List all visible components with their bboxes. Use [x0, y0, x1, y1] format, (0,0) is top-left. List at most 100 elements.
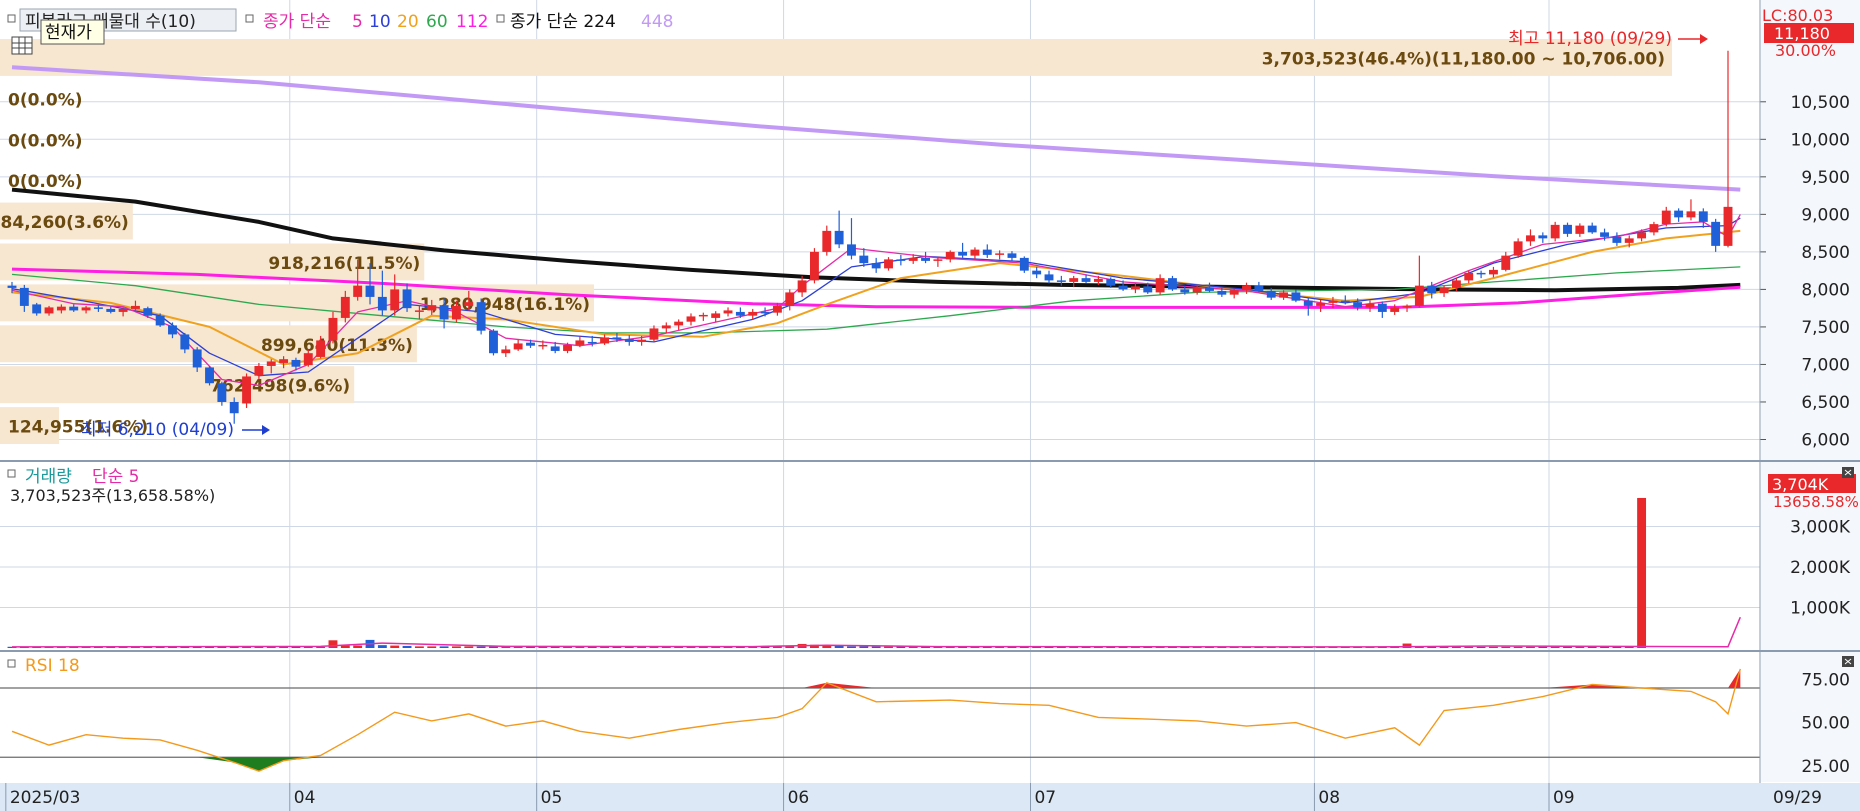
candle-body[interactable]: [1056, 280, 1066, 282]
candle-body[interactable]: [735, 311, 745, 316]
candle-body[interactable]: [451, 305, 461, 320]
candle-body[interactable]: [1402, 305, 1412, 308]
candle-body[interactable]: [1414, 285, 1424, 306]
volume-bar[interactable]: [390, 645, 400, 648]
candle-body[interactable]: [1316, 302, 1326, 306]
volume-bar[interactable]: [871, 646, 881, 648]
candle-body[interactable]: [1093, 278, 1103, 282]
candle-body[interactable]: [1340, 300, 1350, 303]
volume-bar[interactable]: [1488, 646, 1498, 648]
candle-body[interactable]: [1587, 225, 1597, 233]
candle-body[interactable]: [563, 344, 572, 351]
candle-body[interactable]: [303, 353, 313, 366]
candle-body[interactable]: [1723, 206, 1733, 246]
candle-body[interactable]: [1427, 285, 1437, 294]
volume-bar[interactable]: [834, 645, 844, 648]
candle-body[interactable]: [1217, 290, 1227, 295]
candle-body[interactable]: [1649, 224, 1659, 233]
candle-body[interactable]: [1550, 224, 1560, 239]
candle-body[interactable]: [1130, 286, 1140, 290]
candle-body[interactable]: [711, 313, 721, 318]
candle-body[interactable]: [1180, 289, 1190, 293]
volume-bar[interactable]: [1464, 646, 1474, 648]
volume-bar[interactable]: [1501, 646, 1511, 648]
candle-body[interactable]: [81, 307, 91, 311]
candle-body[interactable]: [723, 310, 733, 314]
volume-bar[interactable]: [427, 646, 437, 648]
candle-body[interactable]: [1242, 285, 1251, 291]
candle-body[interactable]: [56, 306, 66, 311]
candle-body[interactable]: [1476, 272, 1486, 275]
candle-body[interactable]: [1106, 278, 1116, 286]
candle-body[interactable]: [908, 257, 918, 261]
candle-body[interactable]: [1575, 225, 1585, 234]
volume-bar[interactable]: [1513, 646, 1523, 648]
candle-body[interactable]: [1118, 285, 1128, 290]
candle-body[interactable]: [575, 340, 585, 345]
candle-body[interactable]: [414, 310, 424, 312]
ma-period-10[interactable]: 10: [369, 12, 391, 32]
candle-body[interactable]: [698, 314, 708, 317]
ma-period-60[interactable]: 60: [426, 12, 448, 32]
candle-body[interactable]: [637, 339, 647, 342]
candle-body[interactable]: [143, 308, 153, 316]
volume-bar[interactable]: [1550, 646, 1560, 648]
candle-body[interactable]: [229, 401, 239, 414]
candle-body[interactable]: [1390, 307, 1400, 312]
ma-title[interactable]: 종가 단순: [263, 12, 331, 32]
candle-body[interactable]: [1155, 278, 1165, 293]
volume-ma-label[interactable]: 단순 5: [92, 467, 140, 487]
candle-body[interactable]: [1600, 232, 1609, 237]
candle-body[interactable]: [1674, 210, 1684, 218]
candle-body[interactable]: [772, 305, 782, 313]
volume-bar[interactable]: [414, 646, 424, 648]
candle-body[interactable]: [686, 316, 696, 322]
candle-body[interactable]: [1365, 303, 1375, 308]
candle-body[interactable]: [1353, 302, 1363, 308]
candle-body[interactable]: [1291, 292, 1301, 301]
candle-body[interactable]: [242, 376, 252, 404]
candle-body[interactable]: [1526, 235, 1535, 242]
candle-body[interactable]: [884, 259, 893, 269]
candle-body[interactable]: [390, 289, 400, 311]
candle-body[interactable]: [353, 285, 363, 297]
candle-body[interactable]: [797, 280, 807, 293]
rsi-panel-title[interactable]: RSI 18: [25, 656, 80, 676]
candle-body[interactable]: [550, 346, 560, 351]
candle-body[interactable]: [1229, 290, 1239, 295]
candle-body[interactable]: [1019, 257, 1029, 271]
candle-body[interactable]: [587, 341, 597, 344]
candle-body[interactable]: [1661, 210, 1671, 225]
candle-body[interactable]: [1377, 303, 1387, 312]
candle-body[interactable]: [106, 308, 116, 312]
candle-body[interactable]: [131, 305, 140, 309]
candle-body[interactable]: [118, 308, 128, 312]
candle-body[interactable]: [958, 251, 968, 256]
candle-body[interactable]: [279, 359, 289, 363]
candle-body[interactable]: [377, 296, 387, 311]
volume-bar[interactable]: [476, 646, 486, 648]
candle-body[interactable]: [44, 307, 54, 314]
volume-bar[interactable]: [439, 646, 449, 648]
candle-body[interactable]: [489, 330, 498, 354]
candle-body[interactable]: [1501, 255, 1511, 270]
candle-body[interactable]: [1488, 269, 1498, 275]
ma-period-5[interactable]: 5: [352, 12, 363, 32]
candle-body[interactable]: [168, 325, 177, 335]
candle-body[interactable]: [612, 337, 622, 339]
candle-body[interactable]: [7, 285, 17, 288]
candle-body[interactable]: [1081, 278, 1091, 282]
candle-body[interactable]: [760, 311, 770, 314]
candle-body[interactable]: [1143, 286, 1153, 293]
candle-body[interactable]: [501, 349, 511, 354]
volume-bar[interactable]: [884, 646, 893, 648]
candle-body[interactable]: [266, 361, 276, 366]
candle-body[interactable]: [674, 321, 684, 326]
candle-body[interactable]: [847, 244, 856, 256]
candle-body[interactable]: [1279, 292, 1289, 298]
volume-bar[interactable]: [1476, 646, 1486, 648]
candle-body[interactable]: [834, 230, 844, 245]
candle-body[interactable]: [439, 305, 449, 320]
candle-body[interactable]: [205, 367, 214, 384]
volume-bar[interactable]: [402, 645, 412, 648]
